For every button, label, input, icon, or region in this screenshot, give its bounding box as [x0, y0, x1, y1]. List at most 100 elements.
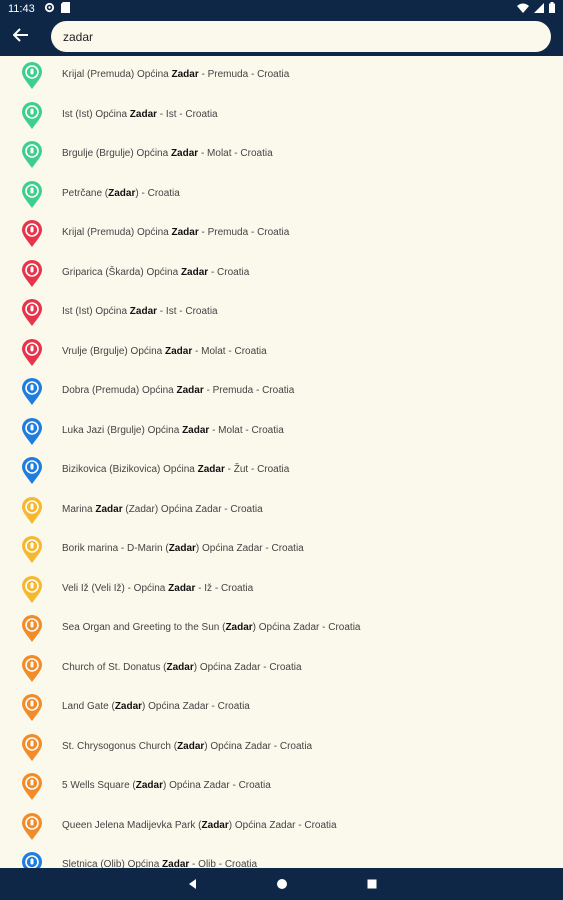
result-label: Bizikovica (Bizikovica) Općina Zadar - Ž…: [62, 464, 289, 475]
label-text: Luka Jazi (Brgulje) Općina: [62, 424, 183, 436]
red-location-pin-icon: [20, 338, 44, 367]
label-text: ) Općina Zadar - Croatia: [142, 701, 250, 712]
label-text: Griparica (Škarda) Općina: [62, 266, 181, 278]
label-text: Sea Organ and Greeting to the Sun (: [62, 622, 226, 633]
result-row[interactable]: Queen Jelena Madijevka Park (Zadar) Opći…: [0, 807, 563, 847]
result-row[interactable]: Church of St. Donatus (Zadar) Općina Zad…: [0, 649, 563, 689]
result-row[interactable]: St. Chrysogonus Church (Zadar) Općina Za…: [0, 728, 563, 768]
green-location-pin-icon: [20, 141, 44, 169]
result-row[interactable]: Bizikovica (Bizikovica) Općina Zadar - Ž…: [0, 451, 563, 491]
label-text: Sletnica (Olib) Općina: [62, 859, 163, 868]
search-field[interactable]: [51, 21, 551, 52]
green-location-pin-icon: [20, 101, 44, 130]
result-row[interactable]: Dobra (Premuda) Općina Zadar - Premuda -…: [0, 372, 563, 412]
label-text: - Iž - Croatia: [195, 582, 254, 594]
result-label: Vrulje (Brgulje) Općina Zadar - Molat - …: [62, 346, 267, 357]
search-app-bar: [0, 18, 563, 56]
label-match-text: Zadar: [225, 622, 253, 633]
orange-location-pin-icon: [20, 773, 44, 801]
green-location-pin-icon: [20, 62, 44, 90]
result-row[interactable]: Brgulje (Brgulje) Općina Zadar - Molat -…: [0, 135, 563, 175]
back-button[interactable]: [10, 26, 32, 48]
label-match-text: Zadar: [197, 464, 225, 475]
result-row[interactable]: Veli Iž (Veli Iž) - Općina Zadar - Iž - …: [0, 570, 563, 610]
nav-home-circle-icon[interactable]: [274, 876, 290, 892]
label-match-text: Zadar: [95, 503, 123, 515]
status-left-icons: [44, 2, 70, 16]
result-row[interactable]: Ist (Ist) Općina Zadar - Ist - Croatia: [0, 96, 563, 136]
result-label: Krijal (Premuda) Općina Zadar - Premuda …: [62, 69, 289, 80]
label-match-text: Zadar: [135, 780, 163, 791]
status-time: 11:43: [8, 3, 35, 15]
label-text: Queen Jelena Madijevka Park (: [62, 819, 202, 831]
system-navigation-bar: [0, 868, 563, 900]
label-text: Brgulje (Brgulje) Općina: [62, 148, 171, 159]
result-row[interactable]: Sletnica (Olib) Općina Zadar - Olib - Cr…: [0, 846, 563, 868]
blue-location-pin-icon: [20, 417, 44, 446]
label-text: Church of St. Donatus (: [62, 661, 167, 673]
label-match-text: Zadar: [168, 543, 196, 554]
result-label: St. Chrysogonus Church (Zadar) Općina Za…: [62, 741, 312, 752]
label-text: Dobra (Premuda) Općina: [62, 385, 177, 396]
result-label: Ist (Ist) Općina Zadar - Ist - Croatia: [62, 109, 218, 120]
label-text: - Ist - Croatia: [157, 306, 218, 317]
label-text: - Molat - Croatia: [198, 148, 273, 159]
status-right-icons: [517, 2, 555, 16]
label-text: Krijal (Premuda) Općina: [62, 227, 172, 238]
label-text: Borik marina - D-Marin (: [62, 543, 169, 554]
wifi-icon: [517, 3, 529, 16]
label-text: Ist (Ist) Općina: [62, 306, 130, 317]
orange-location-pin-icon: [20, 615, 44, 643]
label-match-text: Zadar: [129, 306, 158, 317]
label-text: Petrčane (: [62, 187, 109, 199]
orange-location-pin-icon: [20, 733, 44, 762]
result-row[interactable]: Krijal (Premuda) Općina Zadar - Premuda …: [0, 214, 563, 254]
results-list[interactable]: Krijal (Premuda) Općina Zadar - Premuda …: [0, 56, 563, 868]
label-text: Land Gate (: [62, 701, 115, 712]
label-match-text: Zadar: [166, 661, 194, 673]
blue-location-pin-icon: [20, 457, 44, 485]
label-text: ) - Croatia: [135, 187, 180, 199]
result-row[interactable]: Luka Jazi (Brgulje) Općina Zadar - Molat…: [0, 412, 563, 452]
label-match-text: Zadar: [162, 859, 190, 868]
result-label: 5 Wells Square (Zadar) Općina Zadar - Cr…: [62, 780, 271, 791]
yellow-location-pin-icon: [20, 536, 44, 564]
result-label: Brgulje (Brgulje) Općina Zadar - Molat -…: [62, 148, 273, 159]
result-row[interactable]: Borik marina - D-Marin (Zadar) Općina Za…: [0, 530, 563, 570]
result-label: Queen Jelena Madijevka Park (Zadar) Opći…: [62, 820, 337, 831]
label-text: - Olib - Croatia: [189, 859, 258, 868]
yellow-location-pin-icon: [20, 496, 44, 525]
red-location-pin-icon: [20, 220, 44, 248]
red-location-pin-icon: [20, 299, 44, 327]
blue-location-pin-icon: [20, 378, 44, 406]
result-row[interactable]: Petrčane (Zadar) - Croatia: [0, 175, 563, 215]
result-label: Dobra (Premuda) Općina Zadar - Premuda -…: [62, 385, 294, 396]
nav-back-triangle-icon[interactable]: [185, 876, 201, 892]
label-match-text: Zadar: [177, 740, 205, 752]
label-text: Veli Iž (Veli Iž) - Općina: [62, 582, 169, 594]
label-text: - Premuda - Croatia: [198, 69, 290, 80]
label-text: ) Općina Zadar - Croatia: [195, 543, 304, 554]
status-bar: 11:43: [0, 0, 563, 18]
label-match-text: Zadar: [108, 187, 136, 199]
result-row[interactable]: Ist (Ist) Općina Zadar - Ist - Croatia: [0, 293, 563, 333]
battery-icon: [549, 2, 555, 16]
label-text: Bizikovica (Bizikovica) Općina: [62, 464, 198, 475]
result-row[interactable]: Marina Zadar (Zadar) Općina Zadar - Croa…: [0, 491, 563, 531]
label-text: - Molat - Croatia: [209, 424, 284, 436]
result-row[interactable]: Griparica (Škarda) Općina Zadar - Croati…: [0, 254, 563, 294]
result-row[interactable]: Land Gate (Zadar) Općina Zadar - Croatia: [0, 688, 563, 728]
search-input[interactable]: [61, 28, 541, 45]
label-text: Krijal (Premuda) Općina: [62, 69, 172, 80]
result-row[interactable]: Vrulje (Brgulje) Općina Zadar - Molat - …: [0, 333, 563, 373]
label-text: St. Chrysogonus Church (: [62, 740, 178, 752]
nav-recents-square-icon[interactable]: [364, 876, 380, 892]
result-row[interactable]: Sea Organ and Greeting to the Sun (Zadar…: [0, 609, 563, 649]
result-label: Borik marina - D-Marin (Zadar) Općina Za…: [62, 543, 304, 554]
result-row[interactable]: Krijal (Premuda) Općina Zadar - Premuda …: [0, 56, 563, 96]
orange-location-pin-icon: [20, 654, 44, 683]
label-text: ) Općina Zadar - Croatia: [162, 780, 271, 791]
result-row[interactable]: 5 Wells Square (Zadar) Općina Zadar - Cr…: [0, 767, 563, 807]
label-text: ) Općina Zadar - Croatia: [193, 661, 302, 673]
label-match-text: Zadar: [180, 266, 209, 278]
